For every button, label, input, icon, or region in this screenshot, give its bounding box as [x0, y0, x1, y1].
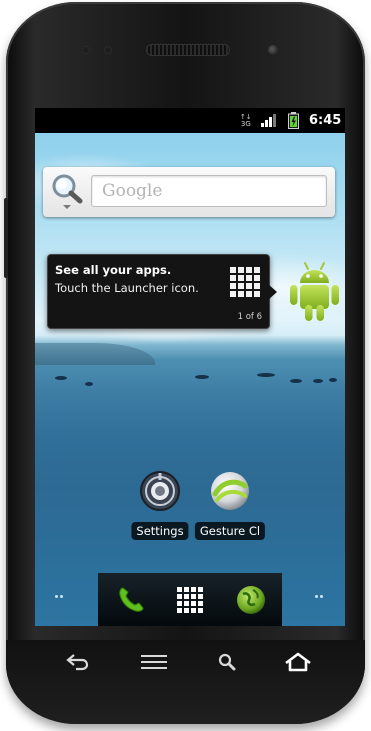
- browser-globe-icon: [237, 585, 265, 614]
- home-shortcut-label: Gesture Cl: [194, 522, 266, 540]
- app-launcher-icon: [177, 586, 203, 613]
- google-search-widget[interactable]: Google: [43, 167, 335, 217]
- dock-phone-button[interactable]: [104, 573, 158, 626]
- page-indicator-left[interactable]: [55, 595, 63, 598]
- network-indicator: ↑↓ 3G: [240, 112, 252, 128]
- signal-strength-icon: [261, 108, 277, 133]
- search-button[interactable]: [210, 648, 244, 676]
- launcher-grid-icon: [230, 267, 260, 297]
- light-sensor: [104, 46, 112, 54]
- earpiece-speaker: [146, 44, 230, 56]
- dock: [98, 573, 282, 626]
- page-indicator-right[interactable]: [315, 595, 323, 598]
- dock-browser-button[interactable]: [224, 573, 278, 626]
- menu-button[interactable]: [137, 648, 171, 676]
- android-robot-icon: [290, 262, 339, 321]
- home-shortcut-label: Settings: [131, 522, 189, 540]
- magnifier-icon: [52, 174, 83, 209]
- tip-pointer: [268, 284, 277, 300]
- tip-title: See all your apps.: [55, 263, 172, 277]
- status-clock: 6:45: [309, 113, 342, 128]
- gesture-search-icon: [211, 472, 249, 510]
- tip-page-indicator: 1 of 6: [237, 312, 262, 322]
- battery-icon: [288, 108, 299, 133]
- back-button[interactable]: [60, 648, 94, 676]
- screen: ↑↓ 3G 6:45 Google See all your apps. Tou…: [35, 108, 345, 626]
- search-input[interactable]: Google: [91, 175, 327, 207]
- back-icon: [66, 654, 89, 671]
- front-camera: [268, 45, 278, 55]
- dock-launcher-button[interactable]: [163, 573, 217, 626]
- menu-icon: [141, 655, 167, 669]
- home-shortcut-gesture-search[interactable]: Gesture Cl: [193, 470, 267, 540]
- proximity-sensor: [82, 46, 90, 54]
- home-button[interactable]: [281, 648, 315, 676]
- search-icon: [218, 653, 236, 671]
- volume-button: [4, 198, 8, 278]
- launcher-tip-bubble[interactable]: See all your apps. Touch the Launcher ic…: [47, 254, 270, 329]
- status-bar: ↑↓ 3G 6:45: [35, 108, 345, 133]
- home-icon: [285, 652, 311, 672]
- phone-icon: [119, 586, 144, 612]
- tip-body: Touch the Launcher icon.: [55, 281, 199, 295]
- settings-icon: [140, 471, 180, 511]
- home-shortcut-settings[interactable]: Settings: [123, 470, 197, 540]
- search-engine-selector[interactable]: [51, 173, 83, 211]
